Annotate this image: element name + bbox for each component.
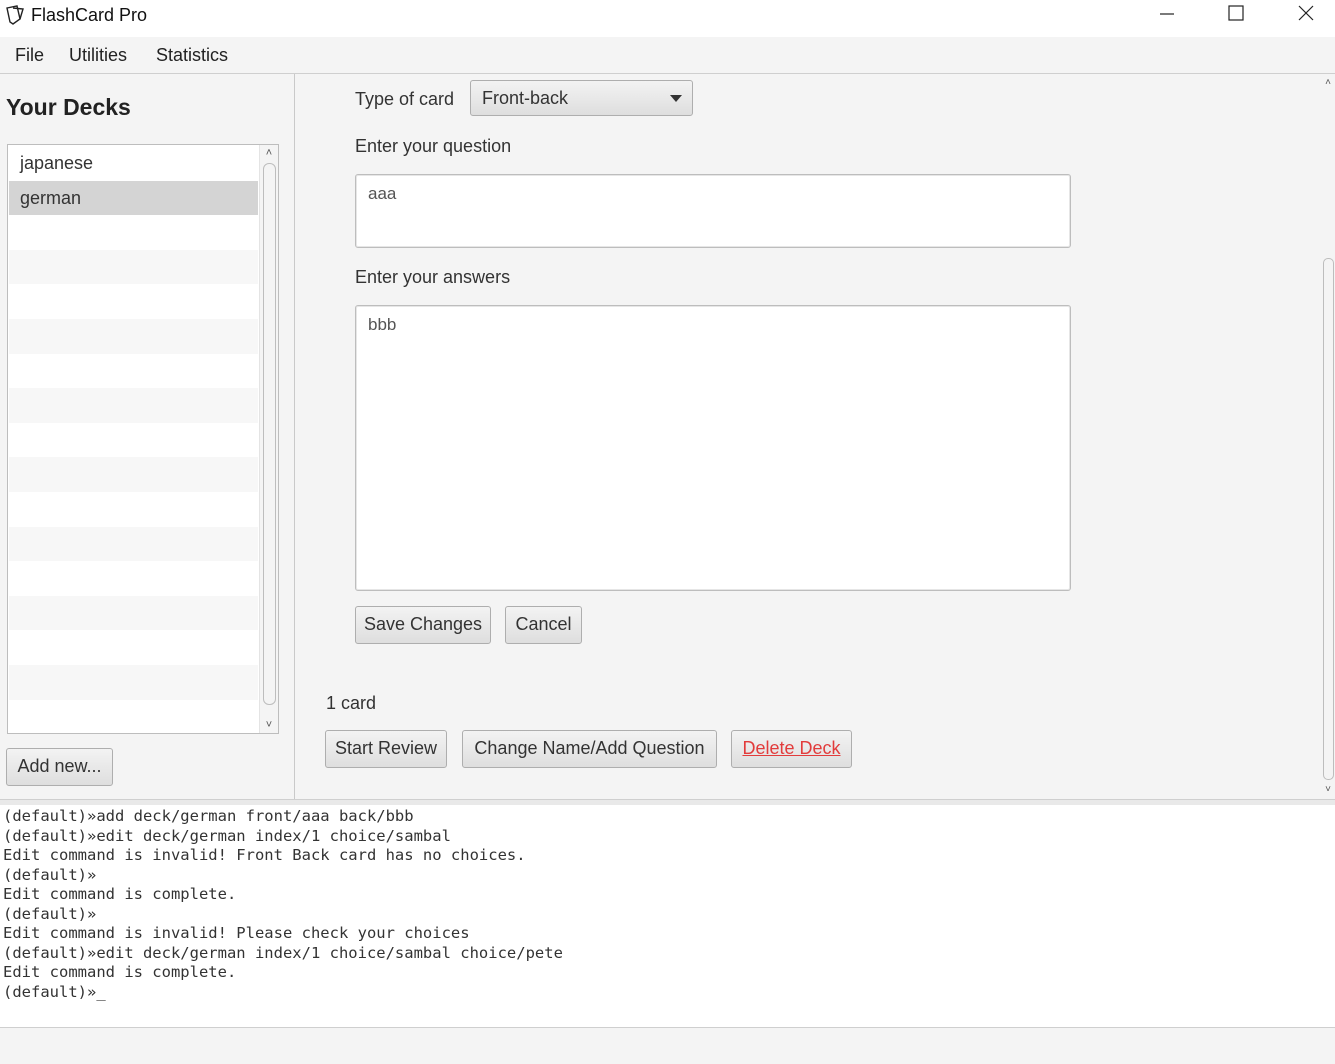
menu-utilities[interactable]: Utilities <box>69 45 127 66</box>
deck-editor: Type of card Front-back Enter your quest… <box>295 74 1335 799</box>
scrollbar-thumb[interactable] <box>263 163 276 705</box>
list-item[interactable] <box>9 249 258 285</box>
maximize-button[interactable] <box>1206 0 1266 30</box>
scroll-down-icon[interactable]: ˅ <box>1321 783 1335 797</box>
menu-file[interactable]: File <box>15 45 44 66</box>
scroll-down-icon[interactable]: ˅ <box>260 717 278 733</box>
editor-scrollbar[interactable]: ˄ ˅ <box>1321 74 1335 799</box>
chevron-down-icon <box>670 95 682 102</box>
console-line: Edit command is complete. <box>3 963 237 981</box>
console-line: Edit command is complete. <box>3 885 237 903</box>
console-line: (default)» <box>3 865 97 884</box>
card-type-label: Type of card <box>355 89 455 109</box>
minimize-button[interactable] <box>1136 0 1196 30</box>
command-console[interactable]: (default)»add deck/german front/aaa back… <box>0 805 1335 1027</box>
delete-deck-button[interactable]: Delete Deck <box>731 730 852 768</box>
start-review-button[interactable]: Start Review <box>325 730 447 768</box>
card-type-value: Front-back <box>482 88 569 108</box>
console-line: Edit command is invalid! Please check yo… <box>3 924 470 942</box>
console-line: (default)»_ <box>3 982 106 1001</box>
list-item[interactable] <box>9 491 258 527</box>
question-input[interactable]: aaa <box>355 174 1071 248</box>
console-line: (default)»edit deck/german index/1 choic… <box>3 826 451 845</box>
card-count: 1 card <box>326 693 377 713</box>
list-item[interactable] <box>9 699 258 733</box>
deck-list-scrollbar[interactable]: ˄ ˅ <box>259 145 278 733</box>
maximize-icon <box>1228 5 1244 21</box>
list-item[interactable] <box>9 457 258 492</box>
scroll-up-icon[interactable]: ˄ <box>260 145 278 161</box>
scroll-up-icon[interactable]: ˄ <box>1321 76 1335 90</box>
deck-rows: japanese german <box>9 146 258 733</box>
question-label: Enter your question <box>355 136 512 156</box>
status-bar <box>0 1027 1335 1064</box>
deck-item[interactable]: german <box>9 180 258 216</box>
cards-icon <box>6 5 24 25</box>
deck-list[interactable]: japanese german ˄ ˅ <box>7 144 279 734</box>
list-item[interactable] <box>9 664 258 700</box>
card-type-select[interactable]: Front-back <box>470 80 693 116</box>
decks-heading: Your Decks <box>6 94 131 120</box>
list-item[interactable] <box>9 422 258 458</box>
list-item[interactable] <box>9 630 258 665</box>
answers-label: Enter your answers <box>355 267 511 287</box>
minimize-icon <box>1160 13 1174 15</box>
scrollbar-thumb[interactable] <box>1323 258 1334 780</box>
add-deck-button[interactable]: Add new... <box>6 748 113 786</box>
answers-input[interactable]: bbb <box>355 305 1071 591</box>
close-button[interactable] <box>1276 0 1335 30</box>
list-item[interactable] <box>9 388 258 423</box>
window-title: FlashCard Pro <box>31 5 148 25</box>
change-name-add-question-button[interactable]: Change Name/Add Question <box>462 730 717 768</box>
deck-sidebar: Your Decks japanese german ˄ ˅ Add new... <box>0 74 295 799</box>
console-line: (default)» <box>3 904 97 923</box>
list-item[interactable] <box>9 318 258 354</box>
menu-bar: File Utilities Statistics <box>0 37 1335 74</box>
menu-statistics[interactable]: Statistics <box>156 45 228 66</box>
title-bar: FlashCard Pro <box>0 0 1335 37</box>
save-changes-button[interactable]: Save Changes <box>355 606 491 644</box>
console-line: (default)»add deck/german front/aaa back… <box>3 807 414 825</box>
console-output: (default)»add deck/german front/aaa back… <box>3 807 563 1002</box>
list-item[interactable] <box>9 353 258 389</box>
answers-text: bbb <box>368 315 397 334</box>
list-item[interactable] <box>9 561 258 596</box>
deck-item[interactable]: japanese <box>9 146 258 181</box>
list-item[interactable] <box>9 215 258 250</box>
console-line: Edit command is invalid! Front Back card… <box>3 846 526 864</box>
cancel-button[interactable]: Cancel <box>505 606 582 644</box>
close-icon <box>1298 5 1314 21</box>
list-item[interactable] <box>9 526 258 562</box>
question-text: aaa <box>368 184 397 203</box>
console-line: (default)»edit deck/german index/1 choic… <box>3 943 563 962</box>
list-item[interactable] <box>9 595 258 631</box>
list-item[interactable] <box>9 284 258 319</box>
